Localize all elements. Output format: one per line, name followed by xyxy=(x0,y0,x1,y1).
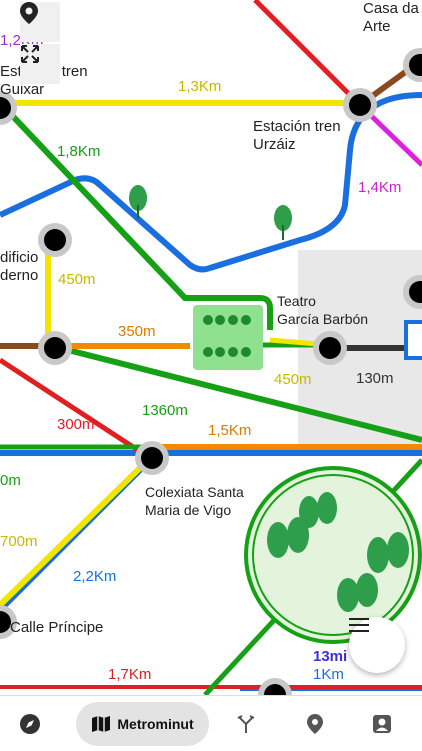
station-box-right xyxy=(404,320,422,360)
station-label-edificio[interactable]: dificio derno xyxy=(0,249,38,285)
tab-metrominut-label: Metrominut xyxy=(117,716,194,732)
map-icon xyxy=(92,716,111,732)
distance-label: 300m xyxy=(57,416,95,433)
red-line-mid xyxy=(0,357,152,461)
tab-places[interactable] xyxy=(295,702,335,746)
compass-icon xyxy=(20,714,40,734)
tab-metrominut[interactable]: Metrominut xyxy=(76,702,209,746)
station-label-urzaiz[interactable]: Estación tren Urzáiz xyxy=(253,118,341,154)
profile-icon xyxy=(373,715,391,733)
expand-button[interactable] xyxy=(20,44,60,84)
distance-label: 450m xyxy=(274,371,312,388)
distance-label: 1,5Km xyxy=(208,422,252,439)
tab-explore[interactable] xyxy=(10,702,50,746)
station-label-colexiata[interactable]: Colexiata Santa Maria de Vigo xyxy=(145,483,244,519)
distance-label: 130m xyxy=(356,370,394,387)
distance-label: 1,4Km xyxy=(358,179,402,196)
expand-arrows-icon xyxy=(21,45,39,63)
hamburger-menu-icon xyxy=(349,618,369,632)
distance-label: 1Km xyxy=(313,666,344,683)
distance-label: 1,7Km xyxy=(108,666,152,683)
park-small xyxy=(193,305,263,370)
metro-map[interactable]: Casa da Arte Estación tren Guixar Estaci… xyxy=(0,0,422,695)
location-pin-icon xyxy=(20,2,38,24)
red-line-top xyxy=(253,0,362,107)
route-split-icon xyxy=(237,715,255,733)
distance-label: 1360m xyxy=(142,402,188,419)
distance-label: 2,2Km xyxy=(73,568,117,585)
station-label-principe[interactable]: Calle Príncipe xyxy=(10,619,103,637)
distance-label: 0m xyxy=(0,472,21,489)
station-label-casa[interactable]: Casa da Arte xyxy=(363,0,419,36)
map-lines xyxy=(0,0,422,695)
menu-button[interactable] xyxy=(349,617,405,673)
locate-button[interactable] xyxy=(20,2,60,42)
distance-label: 350m xyxy=(118,323,156,340)
tab-routes[interactable] xyxy=(226,702,266,746)
location-pin-icon xyxy=(307,714,323,734)
distance-label: 1,3Km xyxy=(178,78,222,95)
station-label-teatro[interactable]: Teatro García Barbón xyxy=(277,292,368,328)
distance-label: 1,8Km xyxy=(57,143,101,160)
distance-label: 700m xyxy=(0,533,38,550)
tab-profile[interactable] xyxy=(362,702,402,746)
distance-label: 450m xyxy=(58,271,96,288)
distance-label: 13mi xyxy=(313,648,348,665)
bottom-tab-bar: Metrominut xyxy=(0,695,422,751)
